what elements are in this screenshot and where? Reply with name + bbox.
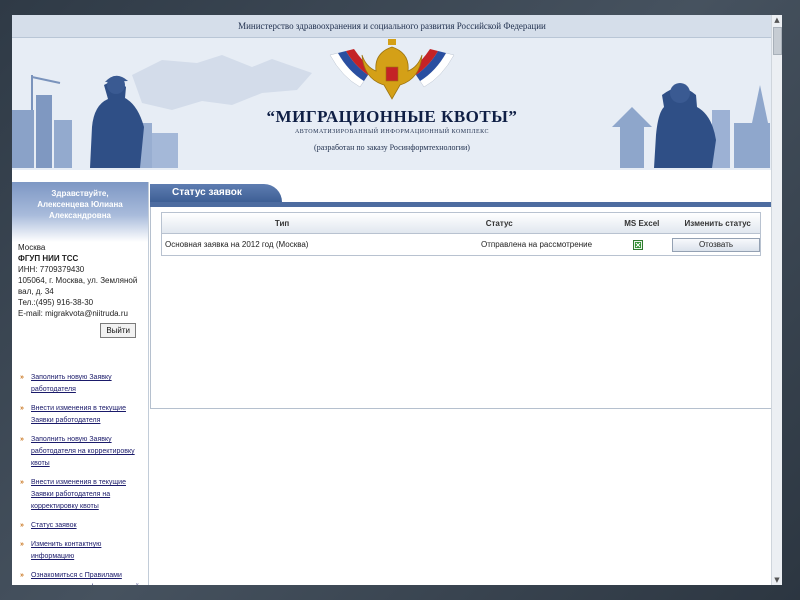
column-header-change-status: Изменить статус bbox=[684, 218, 751, 228]
applications-table: Тип Статус MS Excel Изменить статус Осно… bbox=[161, 212, 761, 256]
menu-item-label[interactable]: Изменить контактную информацию bbox=[31, 539, 144, 563]
recall-button[interactable]: Отозвать bbox=[671, 237, 760, 252]
cell-status: Отправлена на рассмотрение bbox=[480, 240, 593, 249]
menu-item-application-status[interactable]: » Статус заявок bbox=[20, 520, 144, 532]
double-arrow-icon: » bbox=[20, 572, 24, 579]
vertical-scrollbar[interactable]: ▲ ▼ bbox=[771, 15, 782, 585]
menu-item-label[interactable]: Ознакомиться с Правилами использования и… bbox=[31, 570, 144, 585]
site-header: Министерство здравоохранения и социально… bbox=[12, 15, 772, 170]
scrollbar-thumb[interactable] bbox=[773, 27, 782, 55]
organization-info: Москва ФГУП НИИ ТСС ИНН: 7709379430 1050… bbox=[12, 242, 148, 338]
site-title: “МИГРАЦИОННЫЕ КВОТЫ” bbox=[266, 107, 518, 126]
sidebar: Здравствуйте, Алексенцева Юлиана Алексан… bbox=[12, 182, 149, 585]
menu-item-label[interactable]: Внести изменения в текущие Заявки работо… bbox=[31, 403, 144, 427]
org-city: Москва bbox=[18, 243, 46, 252]
tab-application-status[interactable]: Статус заявок bbox=[150, 184, 282, 202]
content-panel: Тип Статус MS Excel Изменить статус Осно… bbox=[150, 207, 772, 409]
cell-action: Отозвать bbox=[671, 237, 760, 252]
scroll-up-icon[interactable]: ▲ bbox=[772, 15, 782, 25]
org-address-cont: вал, д. 34 bbox=[18, 287, 54, 296]
browser-page: Министерство здравоохранения и социально… bbox=[12, 15, 782, 585]
menu-item-label[interactable]: Статус заявок bbox=[31, 520, 77, 532]
org-email: E-mail: migrakvota@niitruda.ru bbox=[18, 309, 128, 318]
greeting-line: Алексенцева Юлиана bbox=[37, 200, 123, 209]
org-name: ФГУП НИИ ТСС bbox=[18, 254, 79, 263]
org-address: 105064, г. Москва, ул. Земляной bbox=[18, 276, 138, 285]
double-arrow-icon: » bbox=[20, 541, 24, 548]
menu-item-label[interactable]: Заполнить новую Заявку работодателя на к… bbox=[31, 434, 144, 470]
column-header-type: Тип bbox=[274, 218, 290, 228]
double-arrow-icon: » bbox=[20, 374, 24, 381]
site-subtitle: АВТОМАТИЗИРОВАННЫЙ ИНФОРМАЦИОННЫЙ КОМПЛЕ… bbox=[294, 129, 490, 135]
cell-excel bbox=[604, 239, 672, 250]
menu-item-edit-applications[interactable]: » Внести изменения в текущие Заявки работ… bbox=[20, 403, 144, 427]
greeting-line: Здравствуйте, bbox=[51, 189, 109, 198]
greeting-line: Александровна bbox=[49, 211, 111, 220]
table-header: Тип Статус MS Excel Изменить статус bbox=[162, 213, 760, 234]
double-arrow-icon: » bbox=[20, 522, 24, 529]
logout-button[interactable]: Выйти bbox=[100, 323, 136, 338]
sidebar-menu: » Заполнить новую Заявку работодателя » Вн… bbox=[12, 372, 148, 585]
menu-item-new-application[interactable]: » Заполнить новую Заявку работодателя bbox=[20, 372, 144, 396]
menu-item-contact-info[interactable]: » Изменить контактную информацию bbox=[20, 539, 144, 563]
column-header-status: Статус bbox=[485, 218, 513, 228]
cell-type: Основная заявка на 2012 год (Москва) bbox=[165, 240, 309, 249]
menu-item-new-quota-correction[interactable]: » Заполнить новую Заявку работодателя на … bbox=[20, 434, 144, 470]
double-arrow-icon: » bbox=[20, 405, 24, 412]
menu-item-label[interactable]: Заполнить новую Заявку работодателя bbox=[31, 372, 144, 396]
double-arrow-icon: » bbox=[20, 436, 24, 443]
menu-item-label[interactable]: Внести изменения в текущие Заявки работо… bbox=[31, 477, 144, 513]
site-note: (разработан по заказу Росинформтехнологи… bbox=[314, 143, 470, 152]
excel-icon[interactable] bbox=[633, 239, 644, 250]
double-arrow-icon: » bbox=[20, 479, 24, 486]
greeting: Здравствуйте, Алексенцева Юлиана Алексан… bbox=[12, 182, 148, 242]
coat-of-arms-icon bbox=[361, 39, 423, 100]
scroll-down-icon[interactable]: ▼ bbox=[772, 575, 782, 585]
menu-item-rules[interactable]: » Ознакомиться с Правилами использования … bbox=[20, 570, 144, 585]
column-header-excel: MS Excel bbox=[624, 218, 660, 228]
table-row: Основная заявка на 2012 год (Москва) Отп… bbox=[162, 234, 760, 255]
org-phone: Тел.:(495) 916-38-30 bbox=[18, 298, 94, 307]
org-inn: ИНН: 7709379430 bbox=[18, 265, 85, 274]
menu-item-edit-quota-correction[interactable]: » Внести изменения в текущие Заявки работ… bbox=[20, 477, 144, 513]
